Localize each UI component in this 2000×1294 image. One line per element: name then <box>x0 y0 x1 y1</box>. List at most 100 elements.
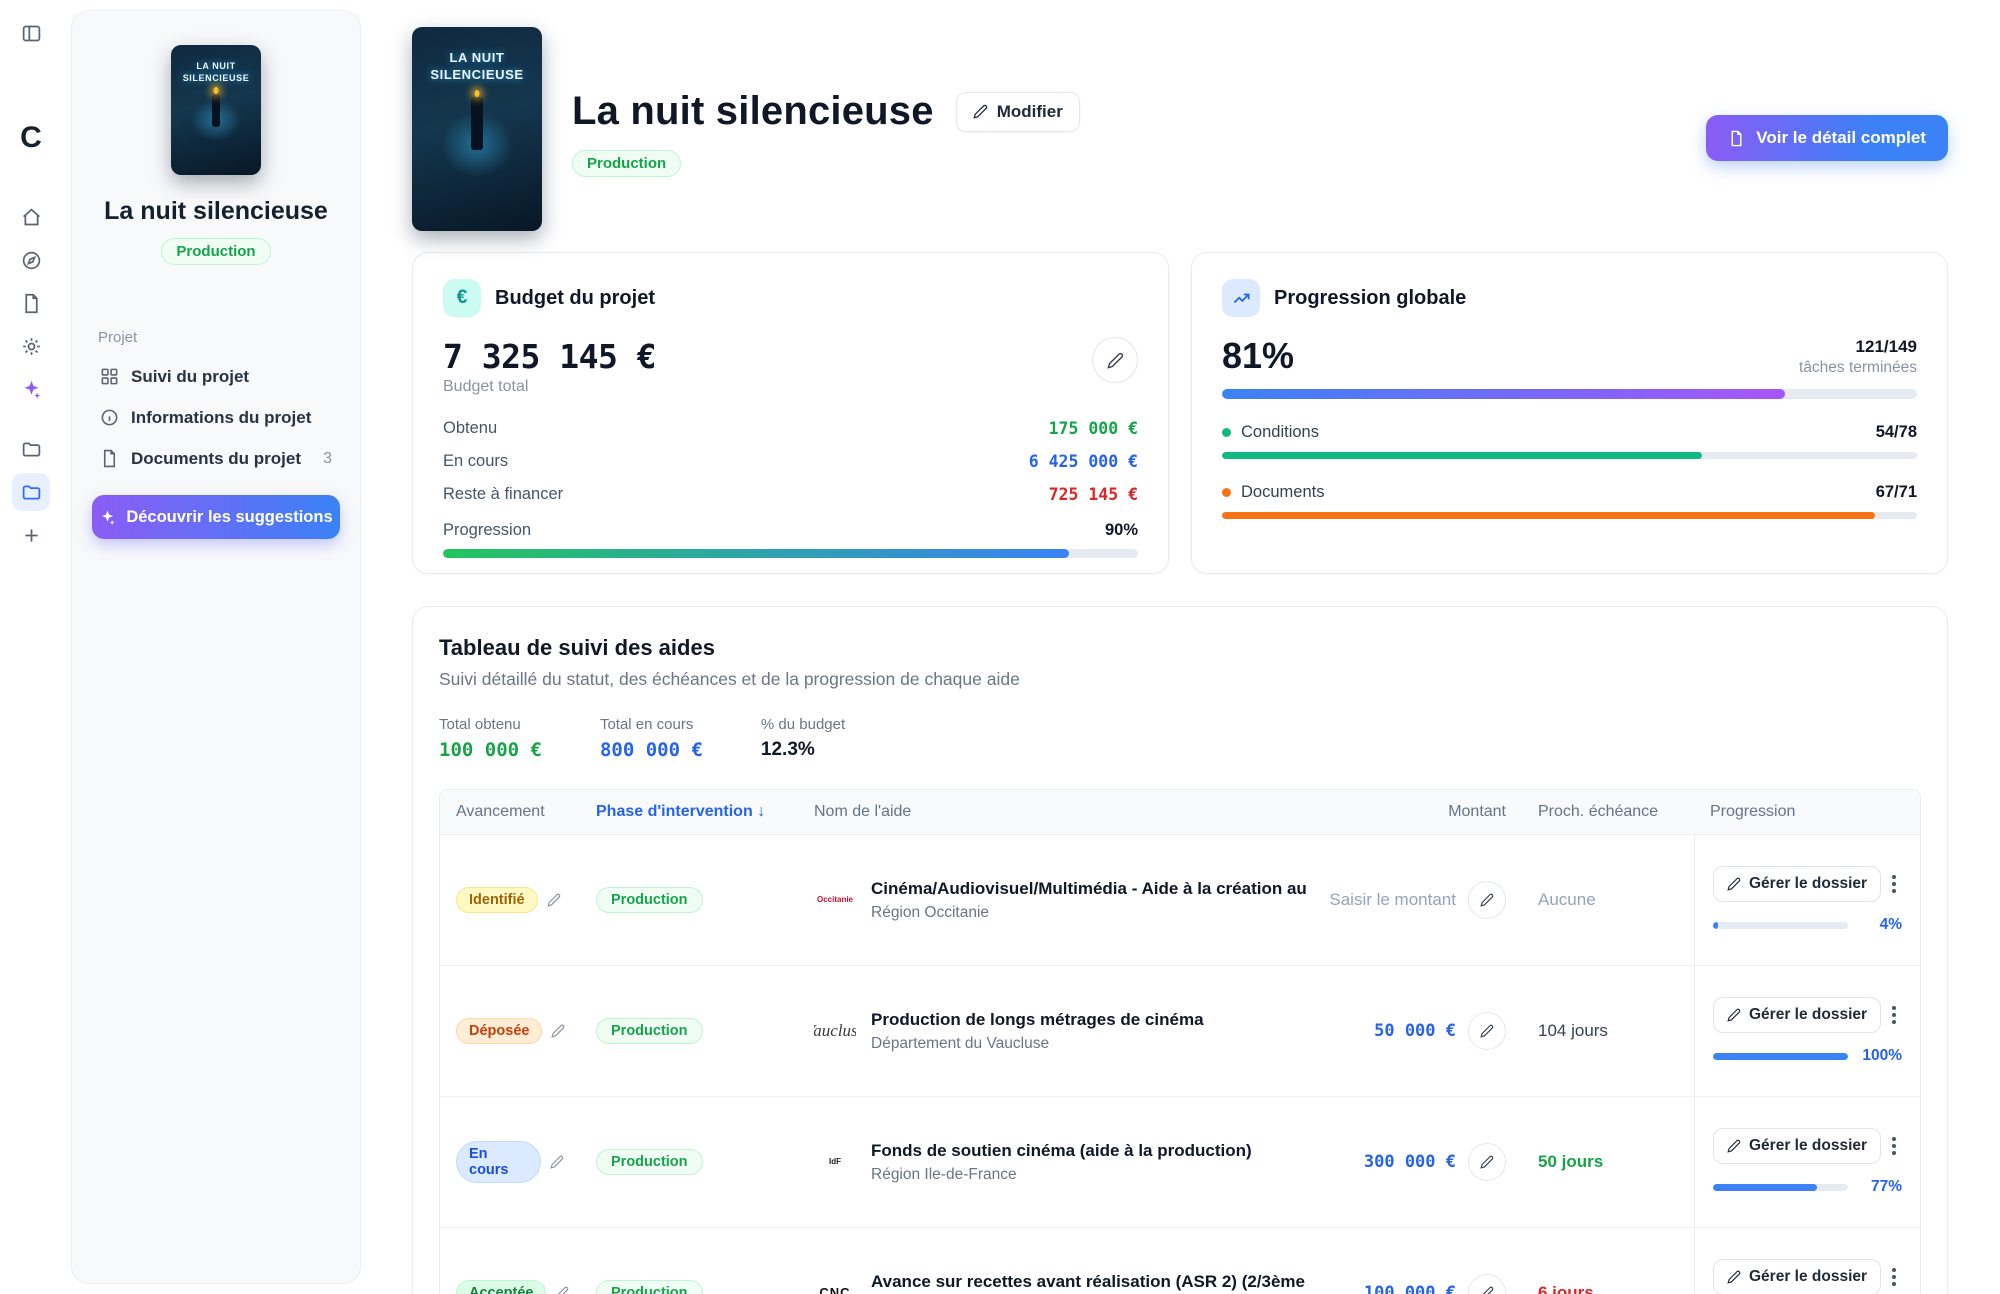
header-text: La nuit silencieuse Modifier Production <box>572 27 1080 231</box>
pencil-icon <box>1727 1270 1741 1284</box>
sparkles-icon <box>99 509 116 526</box>
row-menu-icon[interactable] <box>1886 1131 1902 1161</box>
sidebar-menu: Suivi du projet Informations du projet D… <box>92 356 340 479</box>
sidebar-item-informations[interactable]: Informations du projet <box>92 397 340 438</box>
deadline-value: 104 jours <box>1538 1021 1608 1040</box>
aide-name: Cinéma/Audiovisuel/Multimédia - Aide à l… <box>871 879 1306 899</box>
aide-logo: Occitanie <box>814 879 856 921</box>
view-full-detail-button[interactable]: Voir le détail complet <box>1706 115 1948 161</box>
table-title: Tableau de suivi des aides <box>439 635 1921 661</box>
global-progress-percent: 81% <box>1222 335 1294 377</box>
aide-logo: Vaucluse <box>814 1010 856 1052</box>
row-progress-bar <box>1713 922 1848 929</box>
compass-icon[interactable] <box>12 241 50 279</box>
documents-progress-bar <box>1222 512 1917 519</box>
row-progress-bar <box>1713 1184 1848 1191</box>
aide-name: Avance sur recettes avant réalisation (A… <box>871 1272 1306 1292</box>
table-row: En cours Production IdF Fonds de soutien… <box>440 1097 1920 1228</box>
manage-dossier-button[interactable]: Gérer le dossier <box>1713 1259 1881 1294</box>
status-badge: Déposée <box>456 1018 542 1044</box>
icon-rail: C <box>0 0 62 1294</box>
budget-card: € Budget du projet 7 325 145 € Budget to… <box>412 252 1169 574</box>
row-menu-icon[interactable] <box>1886 1262 1902 1292</box>
sidebar-toggle-icon[interactable] <box>12 14 50 52</box>
table-row: Identifié Production Occitanie Cinéma/Au… <box>440 835 1920 966</box>
reste-value: 725 145 € <box>1049 485 1138 504</box>
column-phase-sorted[interactable]: Phase d'intervention ↓ <box>580 790 798 834</box>
project-poster-thumbnail: LA NUITSILENCIEUSE <box>171 45 261 175</box>
tasks-count: 121/149 <box>1799 337 1917 357</box>
manage-dossier-button[interactable]: Gérer le dossier <box>1713 997 1881 1033</box>
sidebar-project-title: La nuit silencieuse <box>104 197 328 226</box>
edit-status-icon[interactable] <box>555 1286 569 1294</box>
column-nom[interactable]: Nom de l'aide <box>798 790 1322 834</box>
en-cours-value: 6 425 000 € <box>1029 452 1138 471</box>
folder-icon[interactable] <box>12 430 50 468</box>
column-montant[interactable]: Montant <box>1322 790 1522 834</box>
edit-status-icon[interactable] <box>551 1024 565 1038</box>
page-title: La nuit silencieuse <box>572 89 934 134</box>
folder-active-icon[interactable] <box>12 473 50 511</box>
aides-table-card: Tableau de suivi des aides Suivi détaill… <box>412 606 1948 1294</box>
budget-total-amount: 7 325 145 € <box>443 337 656 376</box>
settings-gear-icon[interactable] <box>12 327 50 365</box>
aides-table: Avancement Phase d'intervention ↓ Nom de… <box>439 789 1921 1294</box>
document-icon[interactable] <box>12 284 50 322</box>
sidebar-item-label: Informations du projet <box>131 408 311 428</box>
suggestions-button-label: Découvrir les suggestions <box>126 508 332 527</box>
edit-amount-button[interactable] <box>1468 1274 1506 1294</box>
add-icon[interactable] <box>12 516 50 554</box>
edit-amount-button[interactable] <box>1468 1143 1506 1181</box>
documents-progress: Documents 67/71 <box>1222 483 1917 519</box>
sort-down-icon: ↓ <box>757 803 765 820</box>
aide-logo: CNC <box>814 1272 856 1294</box>
phase-badge: Production <box>596 1018 703 1044</box>
amount-value: 300 000 € <box>1364 1152 1456 1172</box>
status-badge: Production <box>572 150 681 177</box>
home-icon[interactable] <box>12 198 50 236</box>
row-menu-icon[interactable] <box>1886 869 1902 899</box>
deadline-value: 6 jours <box>1538 1283 1594 1294</box>
project-sidebar: LA NUITSILENCIEUSE La nuit silencieuse P… <box>71 10 361 1284</box>
detail-button-label: Voir le détail complet <box>1756 128 1926 148</box>
progress-card-title: Progression globale <box>1274 287 1466 310</box>
edit-amount-button[interactable] <box>1468 1012 1506 1050</box>
status-badge: En cours <box>456 1141 541 1183</box>
modify-button[interactable]: Modifier <box>956 92 1080 132</box>
edit-amount-button[interactable] <box>1468 881 1506 919</box>
sidebar-item-suivi[interactable]: Suivi du projet <box>92 356 340 397</box>
amount-placeholder: Saisir le montant <box>1329 890 1456 910</box>
row-progress-bar <box>1713 1053 1848 1060</box>
manage-dossier-button[interactable]: Gérer le dossier <box>1713 866 1881 902</box>
sidebar-item-label: Documents du projet <box>131 449 301 469</box>
sidebar-item-documents[interactable]: Documents du projet 3 <box>92 438 340 479</box>
deadline-value: 50 jours <box>1538 1152 1603 1171</box>
discover-suggestions-button[interactable]: Découvrir les suggestions <box>92 495 340 539</box>
grid-icon <box>100 367 119 386</box>
manage-dossier-button[interactable]: Gérer le dossier <box>1713 1128 1881 1164</box>
trending-up-icon <box>1222 279 1260 317</box>
deadline-value: Aucune <box>1538 890 1596 909</box>
table-header-row: Avancement Phase d'intervention ↓ Nom de… <box>440 790 1920 835</box>
sparkles-icon[interactable] <box>12 370 50 408</box>
file-icon <box>100 449 119 468</box>
phase-badge: Production <box>596 887 703 913</box>
edit-status-icon[interactable] <box>550 1155 564 1169</box>
project-header: LA NUITSILENCIEUSE La nuit silencieuse M… <box>412 27 1948 231</box>
documents-count-badge: 3 <box>323 450 332 468</box>
info-icon <box>100 408 119 427</box>
app: { "colors": { "accent_blue": "#3b82f6", … <box>0 0 2000 1294</box>
row-menu-icon[interactable] <box>1886 1000 1902 1030</box>
global-progress-card: Progression globale 81% 121/149 tâches t… <box>1191 252 1948 574</box>
amount-value: 50 000 € <box>1374 1021 1456 1041</box>
column-avancement[interactable]: Avancement <box>440 790 580 834</box>
euro-icon: € <box>443 279 481 317</box>
column-progression[interactable]: Progression <box>1694 790 1920 834</box>
edit-status-icon[interactable] <box>547 893 561 907</box>
conditions-progress: Conditions 54/78 <box>1222 423 1917 459</box>
edit-budget-button[interactable] <box>1092 337 1138 383</box>
column-echeance[interactable]: Proch. échéance <box>1522 790 1694 834</box>
modify-button-label: Modifier <box>997 102 1063 122</box>
sidebar-item-label: Suivi du projet <box>131 367 249 387</box>
aide-name: Fonds de soutien cinéma (aide à la produ… <box>871 1141 1252 1161</box>
